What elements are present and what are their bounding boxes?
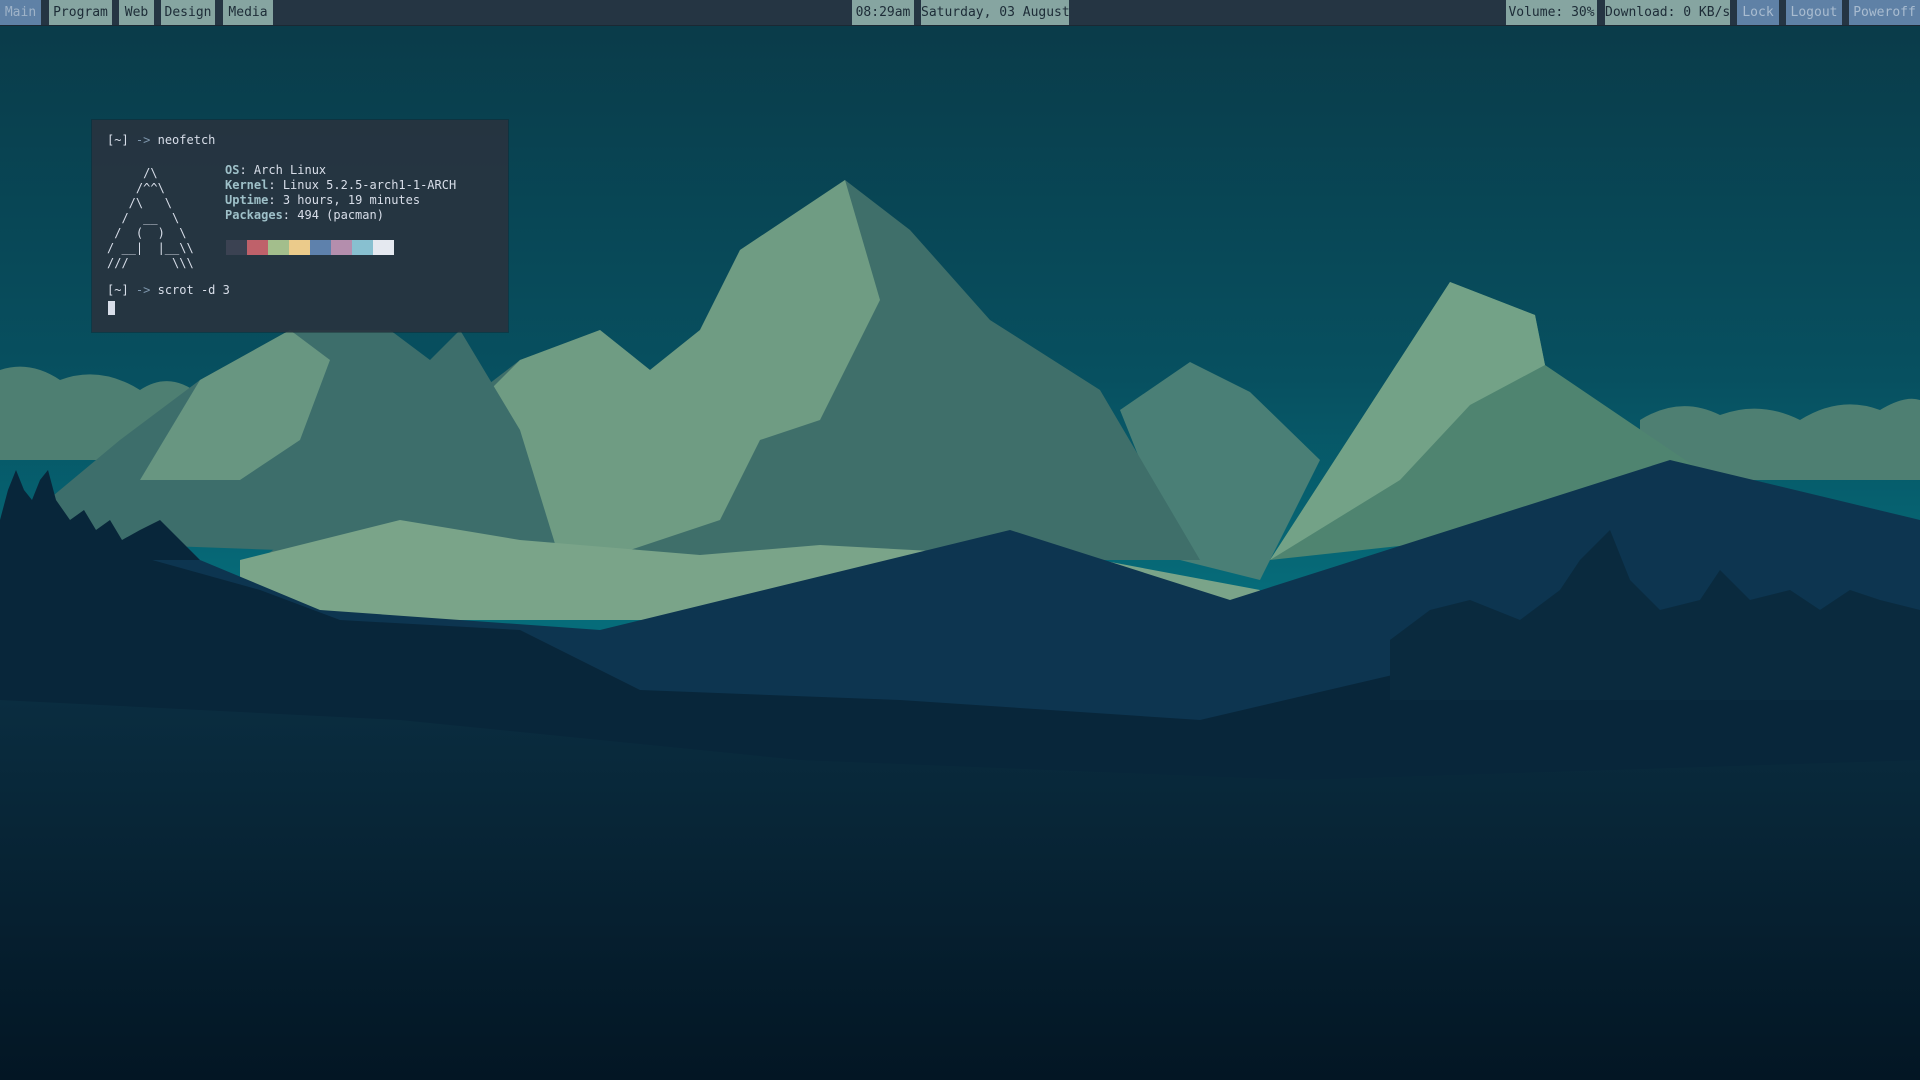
info-value: Arch Linux xyxy=(246,163,327,177)
workspace-program[interactable]: Program xyxy=(49,0,112,25)
clock: 08:29am xyxy=(852,0,914,25)
prompt-arrow: -> xyxy=(135,283,151,297)
info-key: Uptime xyxy=(225,193,269,207)
logout-button[interactable]: Logout xyxy=(1786,0,1842,25)
info-key: OS xyxy=(225,163,240,177)
command-text: scrot -d 3 xyxy=(157,283,230,297)
date: Saturday, 03 August xyxy=(921,0,1070,25)
prompt-line-1: [~] -> neofetch xyxy=(107,133,215,148)
workspace-main[interactable]: Main xyxy=(0,0,41,25)
prompt-line-2: [~] -> scrot -d 3 xyxy=(107,283,230,298)
download-indicator: Download: 0 KB/s xyxy=(1605,0,1730,25)
prompt-arrow: -> xyxy=(135,133,151,147)
info-value: 3 hours, 19 minutes xyxy=(275,193,421,207)
info-os: OS: Arch Linux xyxy=(225,163,327,177)
color-swatch xyxy=(352,240,373,255)
text-cursor xyxy=(108,301,115,315)
desktop: Main Program Web Design Media 08:29am Sa… xyxy=(0,0,1920,1080)
prompt-dir: [~] xyxy=(107,283,129,297)
info-key: Packages xyxy=(225,208,283,222)
poweroff-button[interactable]: Poweroff xyxy=(1849,0,1920,25)
terminal-window[interactable]: [~] -> neofetch /\ /^^\ /\ \ / __ \ / ( … xyxy=(92,120,508,332)
lock-button[interactable]: Lock xyxy=(1737,0,1779,25)
color-palette xyxy=(226,240,394,255)
color-swatch xyxy=(289,240,310,255)
info-kernel: Kernel: Linux 5.2.5-arch1-1-ARCH xyxy=(225,178,457,192)
color-swatch xyxy=(247,240,268,255)
info-packages: Packages: 494 (pacman) xyxy=(225,208,384,222)
arch-ascii-logo: /\ /^^\ /\ \ / __ \ / ( ) \ / __| |__\\ … xyxy=(107,166,194,270)
info-key: Kernel xyxy=(225,178,269,192)
workspace-web[interactable]: Web xyxy=(119,0,154,25)
volume-indicator[interactable]: Volume: 30% xyxy=(1506,0,1597,25)
command-text: neofetch xyxy=(157,133,216,147)
color-swatch xyxy=(331,240,352,255)
workspace-media[interactable]: Media xyxy=(223,0,273,25)
info-value: 494 (pacman) xyxy=(290,208,384,222)
color-swatch xyxy=(373,240,394,255)
workspace-design[interactable]: Design xyxy=(161,0,215,25)
prompt-dir: [~] xyxy=(107,133,129,147)
info-value: Linux 5.2.5-arch1-1-ARCH xyxy=(275,178,457,192)
color-swatch xyxy=(268,240,289,255)
color-swatch xyxy=(310,240,331,255)
color-swatch xyxy=(226,240,247,255)
info-uptime: Uptime: 3 hours, 19 minutes xyxy=(225,193,421,207)
top-bar: Main Program Web Design Media 08:29am Sa… xyxy=(0,0,1920,26)
